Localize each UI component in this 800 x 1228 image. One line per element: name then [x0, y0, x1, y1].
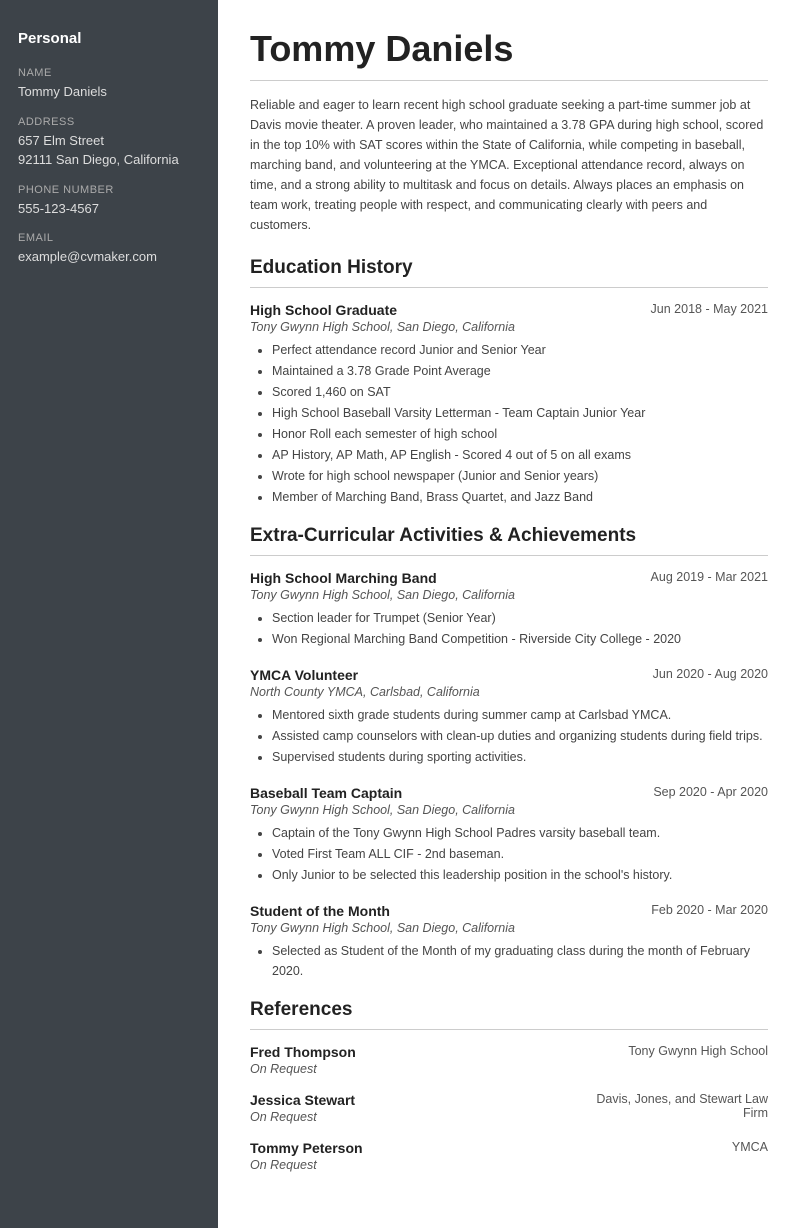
- education-entry-0-date: Jun 2018 - May 2021: [651, 302, 768, 316]
- activities-entry-1-header: YMCA Volunteer Jun 2020 - Aug 2020: [250, 667, 768, 683]
- activities-entry-2-bullets: Captain of the Tony Gwynn High School Pa…: [250, 823, 768, 885]
- reference-entry-2-availability: On Request: [250, 1158, 363, 1172]
- sidebar: Personal Name Tommy Daniels Address 657 …: [0, 0, 218, 1228]
- list-item: Voted First Team ALL CIF - 2nd baseman.: [272, 844, 768, 864]
- summary-text: Reliable and eager to learn recent high …: [250, 95, 768, 235]
- reference-entry-0: Fred Thompson On Request Tony Gwynn High S…: [250, 1044, 768, 1076]
- education-entry-0-title: High School Graduate: [250, 302, 397, 318]
- reference-entry-0-left: Fred Thompson On Request: [250, 1044, 356, 1076]
- address-label: Address: [18, 116, 200, 128]
- list-item: Supervised students during sporting acti…: [272, 747, 768, 767]
- education-entry-0-header: High School Graduate Jun 2018 - May 2021: [250, 302, 768, 318]
- activities-entry-2-header: Baseball Team Captain Sep 2020 - Apr 2020: [250, 785, 768, 801]
- activities-container: High School Marching Band Aug 2019 - Mar …: [250, 570, 768, 981]
- activities-entry-2-date: Sep 2020 - Apr 2020: [653, 785, 768, 799]
- activities-entry-1: YMCA Volunteer Jun 2020 - Aug 2020 North C…: [250, 667, 768, 767]
- main-content: Tommy Daniels Reliable and eager to lear…: [218, 0, 800, 1228]
- list-item: Member of Marching Band, Brass Quartet, …: [272, 487, 768, 507]
- reference-entry-2-organization: YMCA: [732, 1140, 768, 1172]
- reference-entry-1-left: Jessica Stewart On Request: [250, 1092, 355, 1124]
- activities-entry-3-date: Feb 2020 - Mar 2020: [651, 903, 768, 917]
- list-item: Only Junior to be selected this leadersh…: [272, 865, 768, 885]
- list-item: Maintained a 3.78 Grade Point Average: [272, 361, 768, 381]
- activities-entry-2-subtitle: Tony Gwynn High School, San Diego, Calif…: [250, 803, 768, 817]
- list-item: Selected as Student of the Month of my g…: [272, 941, 768, 981]
- education-entry-0: High School Graduate Jun 2018 - May 2021…: [250, 302, 768, 507]
- list-item: Wrote for high school newspaper (Junior …: [272, 466, 768, 486]
- education-entry-0-subtitle: Tony Gwynn High School, San Diego, Calif…: [250, 320, 768, 334]
- reference-entry-1-name: Jessica Stewart: [250, 1092, 355, 1108]
- activities-entry-0-header: High School Marching Band Aug 2019 - Mar …: [250, 570, 768, 586]
- email-label: Email: [18, 232, 200, 244]
- reference-entry-2-left: Tommy Peterson On Request: [250, 1140, 363, 1172]
- activities-entry-1-bullets: Mentored sixth grade students during sum…: [250, 705, 768, 767]
- name-divider: [250, 80, 768, 81]
- activities-entry-2-title: Baseball Team Captain: [250, 785, 402, 801]
- list-item: Honor Roll each semester of high school: [272, 424, 768, 444]
- education-entry-0-bullets: Perfect attendance record Junior and Sen…: [250, 340, 768, 507]
- sidebar-phone-value: 555-123-4567: [18, 199, 200, 219]
- reference-entry-1: Jessica Stewart On Request Davis, Jones, a…: [250, 1092, 768, 1124]
- sidebar-address-line2: 92111 San Diego, California: [18, 150, 200, 170]
- reference-entry-2-name: Tommy Peterson: [250, 1140, 363, 1156]
- sidebar-section-title: Personal: [18, 30, 200, 47]
- sidebar-address-line1: 657 Elm Street: [18, 131, 200, 151]
- activities-entry-3-subtitle: Tony Gwynn High School, San Diego, Calif…: [250, 921, 768, 935]
- activities-entry-1-subtitle: North County YMCA, Carlsbad, California: [250, 685, 768, 699]
- list-item: Won Regional Marching Band Competition -…: [272, 629, 768, 649]
- resume-name: Tommy Daniels: [250, 28, 768, 70]
- activities-entry-3: Student of the Month Feb 2020 - Mar 2020 T…: [250, 903, 768, 981]
- activities-entry-1-date: Jun 2020 - Aug 2020: [653, 667, 768, 681]
- list-item: Captain of the Tony Gwynn High School Pa…: [272, 823, 768, 843]
- activities-entry-3-bullets: Selected as Student of the Month of my g…: [250, 941, 768, 981]
- references-container: Fred Thompson On Request Tony Gwynn High S…: [250, 1044, 768, 1172]
- activities-entry-0: High School Marching Band Aug 2019 - Mar …: [250, 570, 768, 649]
- activities-entry-3-header: Student of the Month Feb 2020 - Mar 2020: [250, 903, 768, 919]
- reference-entry-0-name: Fred Thompson: [250, 1044, 356, 1060]
- education-heading: Education History: [250, 257, 768, 279]
- activities-heading: Extra-Curricular Activities & Achievemen…: [250, 525, 768, 547]
- sidebar-email-value: example@cvmaker.com: [18, 247, 200, 267]
- activities-entry-0-title: High School Marching Band: [250, 570, 437, 586]
- name-label: Name: [18, 67, 200, 79]
- list-item: AP History, AP Math, AP English - Scored…: [272, 445, 768, 465]
- references-divider: [250, 1029, 768, 1030]
- list-item: Assisted camp counselors with clean-up d…: [272, 726, 768, 746]
- reference-entry-1-availability: On Request: [250, 1110, 355, 1124]
- list-item: High School Baseball Varsity Letterman -…: [272, 403, 768, 423]
- activities-divider: [250, 555, 768, 556]
- reference-entry-0-organization: Tony Gwynn High School: [628, 1044, 768, 1076]
- activities-entry-0-date: Aug 2019 - Mar 2021: [651, 570, 768, 584]
- activities-entry-0-subtitle: Tony Gwynn High School, San Diego, Calif…: [250, 588, 768, 602]
- reference-entry-2: Tommy Peterson On Request YMCA: [250, 1140, 768, 1172]
- phone-label: Phone number: [18, 184, 200, 196]
- activities-entry-2: Baseball Team Captain Sep 2020 - Apr 2020…: [250, 785, 768, 885]
- references-heading: References: [250, 999, 768, 1021]
- activities-entry-3-title: Student of the Month: [250, 903, 390, 919]
- reference-entry-0-availability: On Request: [250, 1062, 356, 1076]
- list-item: Mentored sixth grade students during sum…: [272, 705, 768, 725]
- activities-entry-1-title: YMCA Volunteer: [250, 667, 358, 683]
- education-divider: [250, 287, 768, 288]
- list-item: Section leader for Trumpet (Senior Year): [272, 608, 768, 628]
- reference-entry-1-organization: Davis, Jones, and Stewart Law Firm: [588, 1092, 768, 1124]
- list-item: Perfect attendance record Junior and Sen…: [272, 340, 768, 360]
- list-item: Scored 1,460 on SAT: [272, 382, 768, 402]
- sidebar-name-value: Tommy Daniels: [18, 82, 200, 102]
- activities-entry-0-bullets: Section leader for Trumpet (Senior Year)…: [250, 608, 768, 649]
